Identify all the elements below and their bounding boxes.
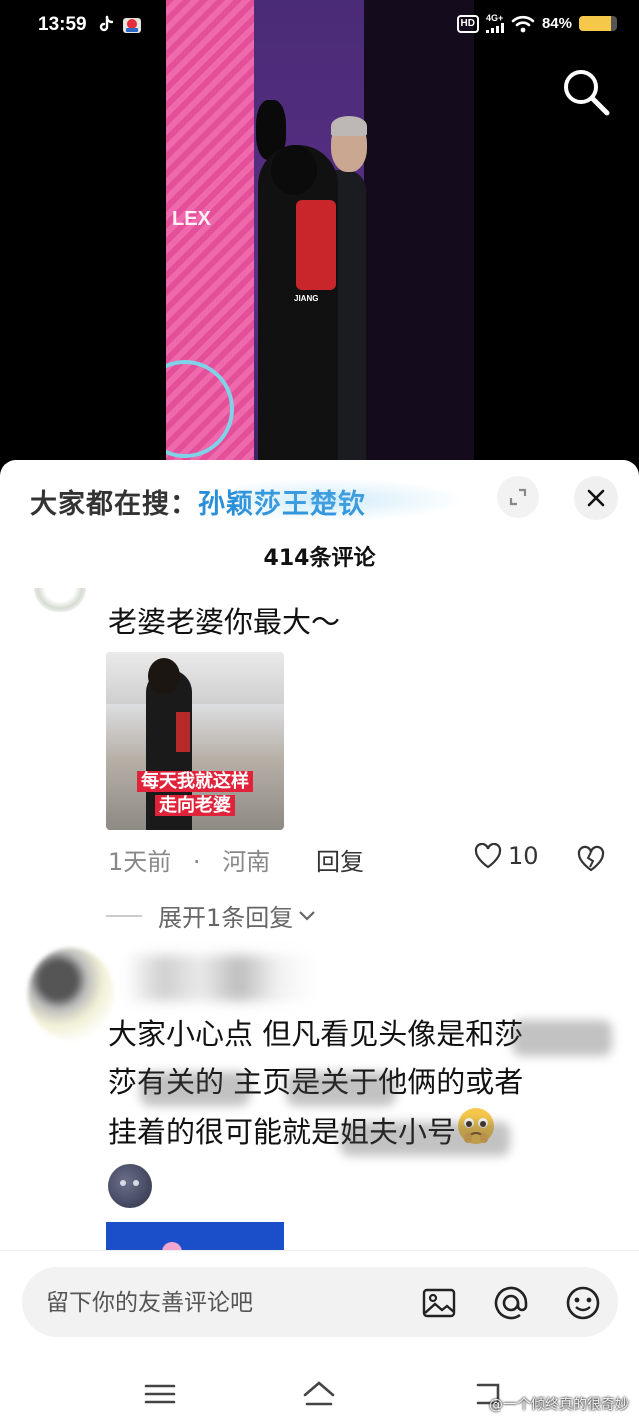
redaction-blur — [340, 1122, 510, 1156]
comment-count: 414条评论 — [263, 546, 376, 571]
avatar[interactable] — [28, 948, 114, 1040]
game-icon — [123, 18, 141, 33]
like-count: 10 — [508, 842, 539, 870]
status-bar: 13:59 HD 4G+ 84% — [0, 0, 639, 52]
comment-input[interactable] — [44, 1281, 408, 1325]
trending-search[interactable]: 大家都在搜：孙颖莎王楚钦 — [30, 482, 366, 521]
menu-icon[interactable] — [142, 1377, 178, 1411]
emoji-icon[interactable] — [564, 1284, 602, 1322]
chevron-down-icon — [299, 910, 316, 921]
comment-text: 老婆老婆你最大～ — [108, 605, 341, 639]
comment-image-caption-line2: 走向老婆 — [155, 795, 235, 816]
expand-replies-label: 展开1条回复 — [158, 904, 294, 932]
cellular-indicator: 4G+ — [485, 13, 504, 33]
video-athlete-jacket-stripe — [296, 200, 336, 290]
comment-image-wall — [106, 652, 284, 704]
weibo-watermark: @一个倾终真的很奇妙 — [489, 1397, 629, 1413]
trending-search-prefix: 大家都在搜： — [30, 489, 198, 520]
home-icon[interactable] — [301, 1377, 337, 1411]
close-button[interactable] — [574, 476, 618, 520]
comment-image-caption-line1: 每天我就这样 — [137, 771, 253, 792]
comment-image-stripe — [176, 712, 190, 752]
video-player[interactable]: LEX JIANG — [0, 0, 639, 470]
video-watermark: JIANG — [294, 294, 319, 303]
redaction-blur — [286, 1072, 396, 1106]
battery-fill — [579, 16, 611, 31]
tiktok-icon — [99, 15, 114, 32]
mention-icon[interactable] — [492, 1284, 530, 1322]
hd-badge: HD — [456, 14, 479, 33]
image-icon[interactable] — [420, 1284, 458, 1322]
status-time: 13:59 — [38, 14, 87, 35]
video-dark-backdrop — [364, 0, 474, 470]
comment-time: 1天前 — [108, 848, 172, 876]
battery-percent: 84% — [541, 15, 572, 32]
comment-image-head — [148, 658, 180, 694]
reply-button[interactable]: 回复 — [316, 842, 364, 877]
video-ring-graphic — [166, 360, 234, 458]
comment-input-pill — [22, 1267, 618, 1337]
expand-sheet-button[interactable] — [497, 476, 539, 518]
comment-location: 河南 — [222, 848, 271, 876]
comment-image[interactable]: 每天我就这样 走向老婆 — [106, 652, 284, 830]
wifi-icon — [511, 15, 535, 32]
redaction-blur — [512, 1020, 612, 1056]
video-frame: LEX JIANG — [166, 0, 474, 470]
search-icon[interactable] — [560, 66, 612, 118]
comment-image-caption: 每天我就这样 走向老婆 — [106, 770, 284, 818]
comment-sheet: 大家都在搜：孙颖莎王楚钦 414条评论 老婆老婆你最大～ 每天我就这样 走向老婆… — [0, 460, 639, 1426]
close-icon — [587, 489, 605, 507]
network-type: 4G+ — [485, 13, 504, 23]
comment-meta: 1天前 · 河南 — [108, 842, 270, 877]
status-indicators: HD 4G+ 84% — [456, 13, 617, 33]
meta-separator: · — [192, 848, 201, 876]
username-redacted[interactable] — [125, 955, 315, 1001]
divider-line — [106, 914, 142, 917]
expand-icon — [509, 488, 527, 506]
new-moon-face-icon — [108, 1164, 152, 1208]
signal-icon — [485, 23, 504, 33]
avatar[interactable] — [34, 588, 86, 612]
battery-icon — [579, 16, 617, 31]
like-button[interactable]: 10 — [474, 842, 539, 870]
redaction-blur — [140, 1072, 250, 1106]
trending-search-term[interactable]: 孙颖莎王楚钦 — [198, 489, 366, 520]
video-person-suit-hair — [331, 116, 367, 136]
heart-icon — [474, 843, 502, 869]
video-pink-backdrop: LEX — [166, 0, 254, 470]
expand-replies-button[interactable]: 展开1条回复 — [106, 898, 317, 933]
broken-heart-icon[interactable] — [576, 844, 606, 872]
video-athlete-head — [271, 145, 317, 195]
video-banner-text: LEX — [172, 208, 211, 230]
